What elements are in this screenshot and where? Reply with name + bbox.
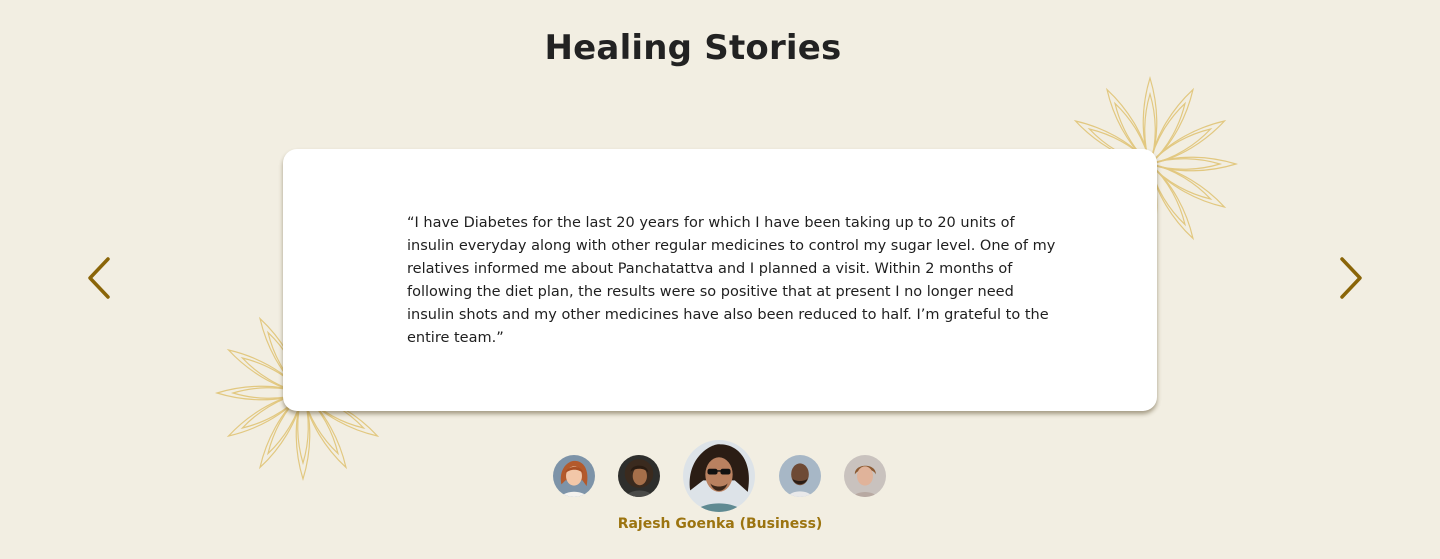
avatar-man-bald-beard[interactable] bbox=[779, 455, 821, 497]
avatar-man-sunglasses[interactable] bbox=[683, 440, 755, 512]
testimonial-card: “I have Diabetes for the last 20 years f… bbox=[283, 149, 1157, 411]
testimonial-quote: “I have Diabetes for the last 20 years f… bbox=[407, 215, 1056, 346]
avatar-woman-red-hair[interactable] bbox=[553, 455, 595, 497]
chevron-right-icon bbox=[1340, 257, 1362, 299]
section-title: Healing Stories bbox=[544, 28, 842, 68]
avatar-young-man[interactable] bbox=[844, 455, 886, 497]
testimonial-author: Rajesh Goenka (Business) bbox=[617, 516, 823, 532]
avatar-woman-curly-hair[interactable] bbox=[618, 455, 660, 497]
next-testimonial-button[interactable] bbox=[1336, 254, 1366, 302]
chevron-left-icon bbox=[88, 257, 110, 299]
previous-testimonial-button[interactable] bbox=[84, 254, 114, 302]
